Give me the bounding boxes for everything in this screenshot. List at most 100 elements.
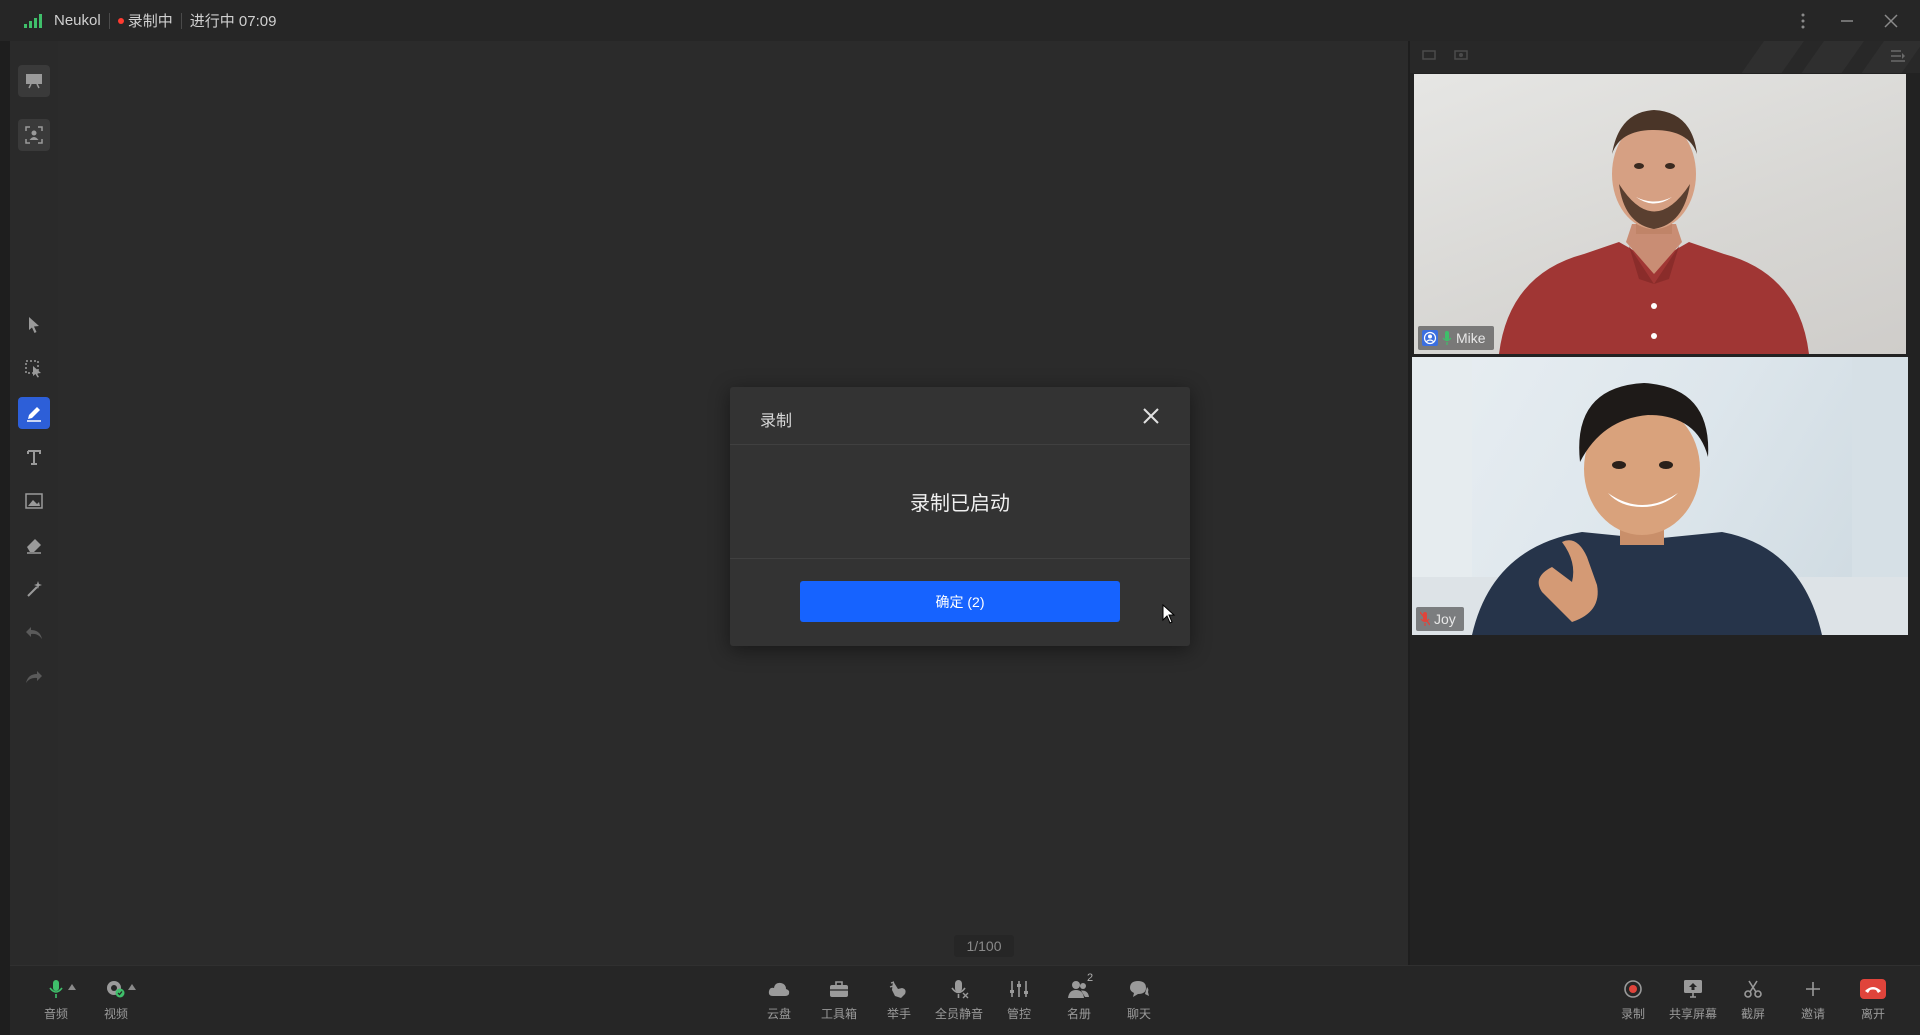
- chat-button[interactable]: 聊天: [1111, 978, 1167, 1022]
- recording-status: 录制中: [127, 13, 173, 30]
- share-screen-label: 共享屏幕: [1668, 1007, 1717, 1021]
- title-bar-left: Neukol 录制中 进行中 07:09: [24, 0, 276, 41]
- video-button[interactable]: 视频: [88, 978, 144, 1022]
- sliders-icon: [1010, 981, 1028, 997]
- toolbox-button[interactable]: 工具箱: [811, 978, 867, 1022]
- recording-dot-icon: [117, 17, 124, 24]
- hang-up-icon: [1860, 979, 1886, 999]
- invite-label: 邀请: [1800, 1007, 1825, 1021]
- audio-label: 音频: [43, 1007, 68, 1021]
- mute-all-button[interactable]: 全员静音: [931, 978, 987, 1022]
- title-bar: Neukol 录制中 进行中 07:09: [0, 0, 1920, 41]
- tool-undo[interactable]: [18, 617, 50, 649]
- recording-dialog: 录制 录制已启动 确定 (2): [730, 387, 1190, 646]
- divider: [108, 12, 110, 29]
- tool-pen[interactable]: [18, 397, 50, 429]
- speaker-view-icon: [1454, 50, 1468, 60]
- tool-area-select[interactable]: [18, 353, 50, 385]
- control-button[interactable]: 管控: [991, 978, 1047, 1022]
- mic-muted-icon: [1420, 611, 1430, 626]
- toolbox-icon: [830, 981, 848, 997]
- tool-whiteboard[interactable]: [18, 65, 50, 97]
- leave-button[interactable]: 离开: [1845, 978, 1901, 1022]
- close-window-button[interactable]: [1882, 12, 1900, 30]
- minimize-icon: [1841, 19, 1853, 22]
- app-name: Neukol: [54, 12, 101, 29]
- more-vertical-icon: [1801, 13, 1805, 28]
- minimize-button[interactable]: [1838, 12, 1856, 30]
- image-icon: [25, 493, 43, 509]
- roster-button[interactable]: 2 名册: [1051, 972, 1107, 1022]
- leave-label: 离开: [1860, 1007, 1885, 1021]
- pen-icon: [27, 407, 41, 422]
- dialog-close-button[interactable]: [1140, 405, 1162, 427]
- raise-hand-icon: [889, 981, 906, 998]
- dialog-body: 录制已启动: [730, 445, 1190, 559]
- whiteboard-icon: [26, 74, 42, 89]
- video-panel: Mike Joy: [1410, 41, 1920, 965]
- video-panel-header: [1410, 41, 1920, 73]
- signal-strength-icon: [24, 13, 42, 28]
- raise-hand-label: 举手: [886, 1007, 911, 1021]
- whiteboard-toolbar: [10, 41, 58, 965]
- phone-down-glyph: [1865, 987, 1881, 993]
- redo-icon: [26, 671, 42, 683]
- close-icon: [1884, 13, 1898, 28]
- participant-video-mike: [1499, 110, 1809, 354]
- cloud-drive-button[interactable]: 云盘: [751, 978, 807, 1022]
- control-label: 管控: [1006, 1007, 1031, 1021]
- magic-wand-icon: [27, 581, 42, 597]
- video-options-caret-icon[interactable]: [128, 984, 136, 990]
- gallery-view-button[interactable]: [1422, 50, 1436, 62]
- tool-select[interactable]: [18, 309, 50, 341]
- invite-button[interactable]: 邀请: [1785, 978, 1841, 1022]
- toolbox-label: 工具箱: [820, 1007, 857, 1021]
- participant-video-joy: [1412, 357, 1908, 635]
- speaker-view-button[interactable]: [1454, 50, 1468, 62]
- screenshot-button[interactable]: 截屏: [1725, 978, 1781, 1022]
- tool-redo[interactable]: [18, 661, 50, 693]
- mute-all-label: 全员静音: [934, 1007, 983, 1021]
- host-icon: [1422, 330, 1438, 346]
- record-button[interactable]: 录制: [1605, 978, 1661, 1022]
- video-label: 视频: [103, 1007, 128, 1021]
- tool-text[interactable]: [18, 441, 50, 473]
- dialog-header: 录制: [730, 387, 1190, 445]
- video-tile-mike[interactable]: Mike: [1414, 74, 1906, 354]
- tool-eraser[interactable]: [18, 529, 50, 561]
- microphone-icon: [49, 980, 63, 998]
- panel-layout-button[interactable]: [1890, 49, 1906, 63]
- divider: [180, 12, 182, 29]
- record-icon: [1624, 980, 1642, 998]
- confirm-button[interactable]: 确定 (2): [800, 581, 1120, 622]
- area-select-icon: [25, 360, 41, 378]
- pointer-icon: [29, 317, 39, 333]
- text-icon: [27, 450, 41, 465]
- dialog-title: 录制: [760, 413, 793, 430]
- meeting-elapsed-time: 进行中 07:09: [189, 13, 277, 30]
- video-tile-joy[interactable]: Joy: [1412, 357, 1908, 635]
- share-screen-icon: [1684, 980, 1702, 998]
- close-icon: [1143, 408, 1159, 424]
- participant-name-tag: Joy: [1416, 607, 1464, 631]
- more-options-button[interactable]: [1794, 12, 1812, 30]
- tool-image[interactable]: [18, 485, 50, 517]
- cursor-arrow-glyph: [1162, 604, 1176, 624]
- tool-magic-wand[interactable]: [18, 573, 50, 605]
- page-indicator: 1/100: [954, 935, 1014, 957]
- window-controls: [1794, 0, 1900, 41]
- cloud-icon: [768, 982, 790, 996]
- tool-screen-capture[interactable]: [18, 119, 50, 151]
- chat-icon: [1130, 981, 1149, 997]
- participant-name: Mike: [1456, 330, 1486, 346]
- undo-icon: [26, 627, 42, 639]
- camera-icon: [107, 981, 125, 998]
- meeting-controls-bar: 音频 视频 云盘 工具箱 举手 全员静音 管控 2 名册 聊天 录制 共享屏幕 …: [10, 965, 1920, 1035]
- participant-name-tag: Mike: [1418, 326, 1494, 350]
- audio-button[interactable]: 音频: [28, 978, 84, 1022]
- share-screen-button[interactable]: 共享屏幕: [1665, 978, 1721, 1022]
- list-layout-icon: [1891, 50, 1905, 62]
- audio-options-caret-icon[interactable]: [68, 984, 76, 990]
- raise-hand-button[interactable]: 举手: [871, 978, 927, 1022]
- plus-icon: [1806, 982, 1820, 996]
